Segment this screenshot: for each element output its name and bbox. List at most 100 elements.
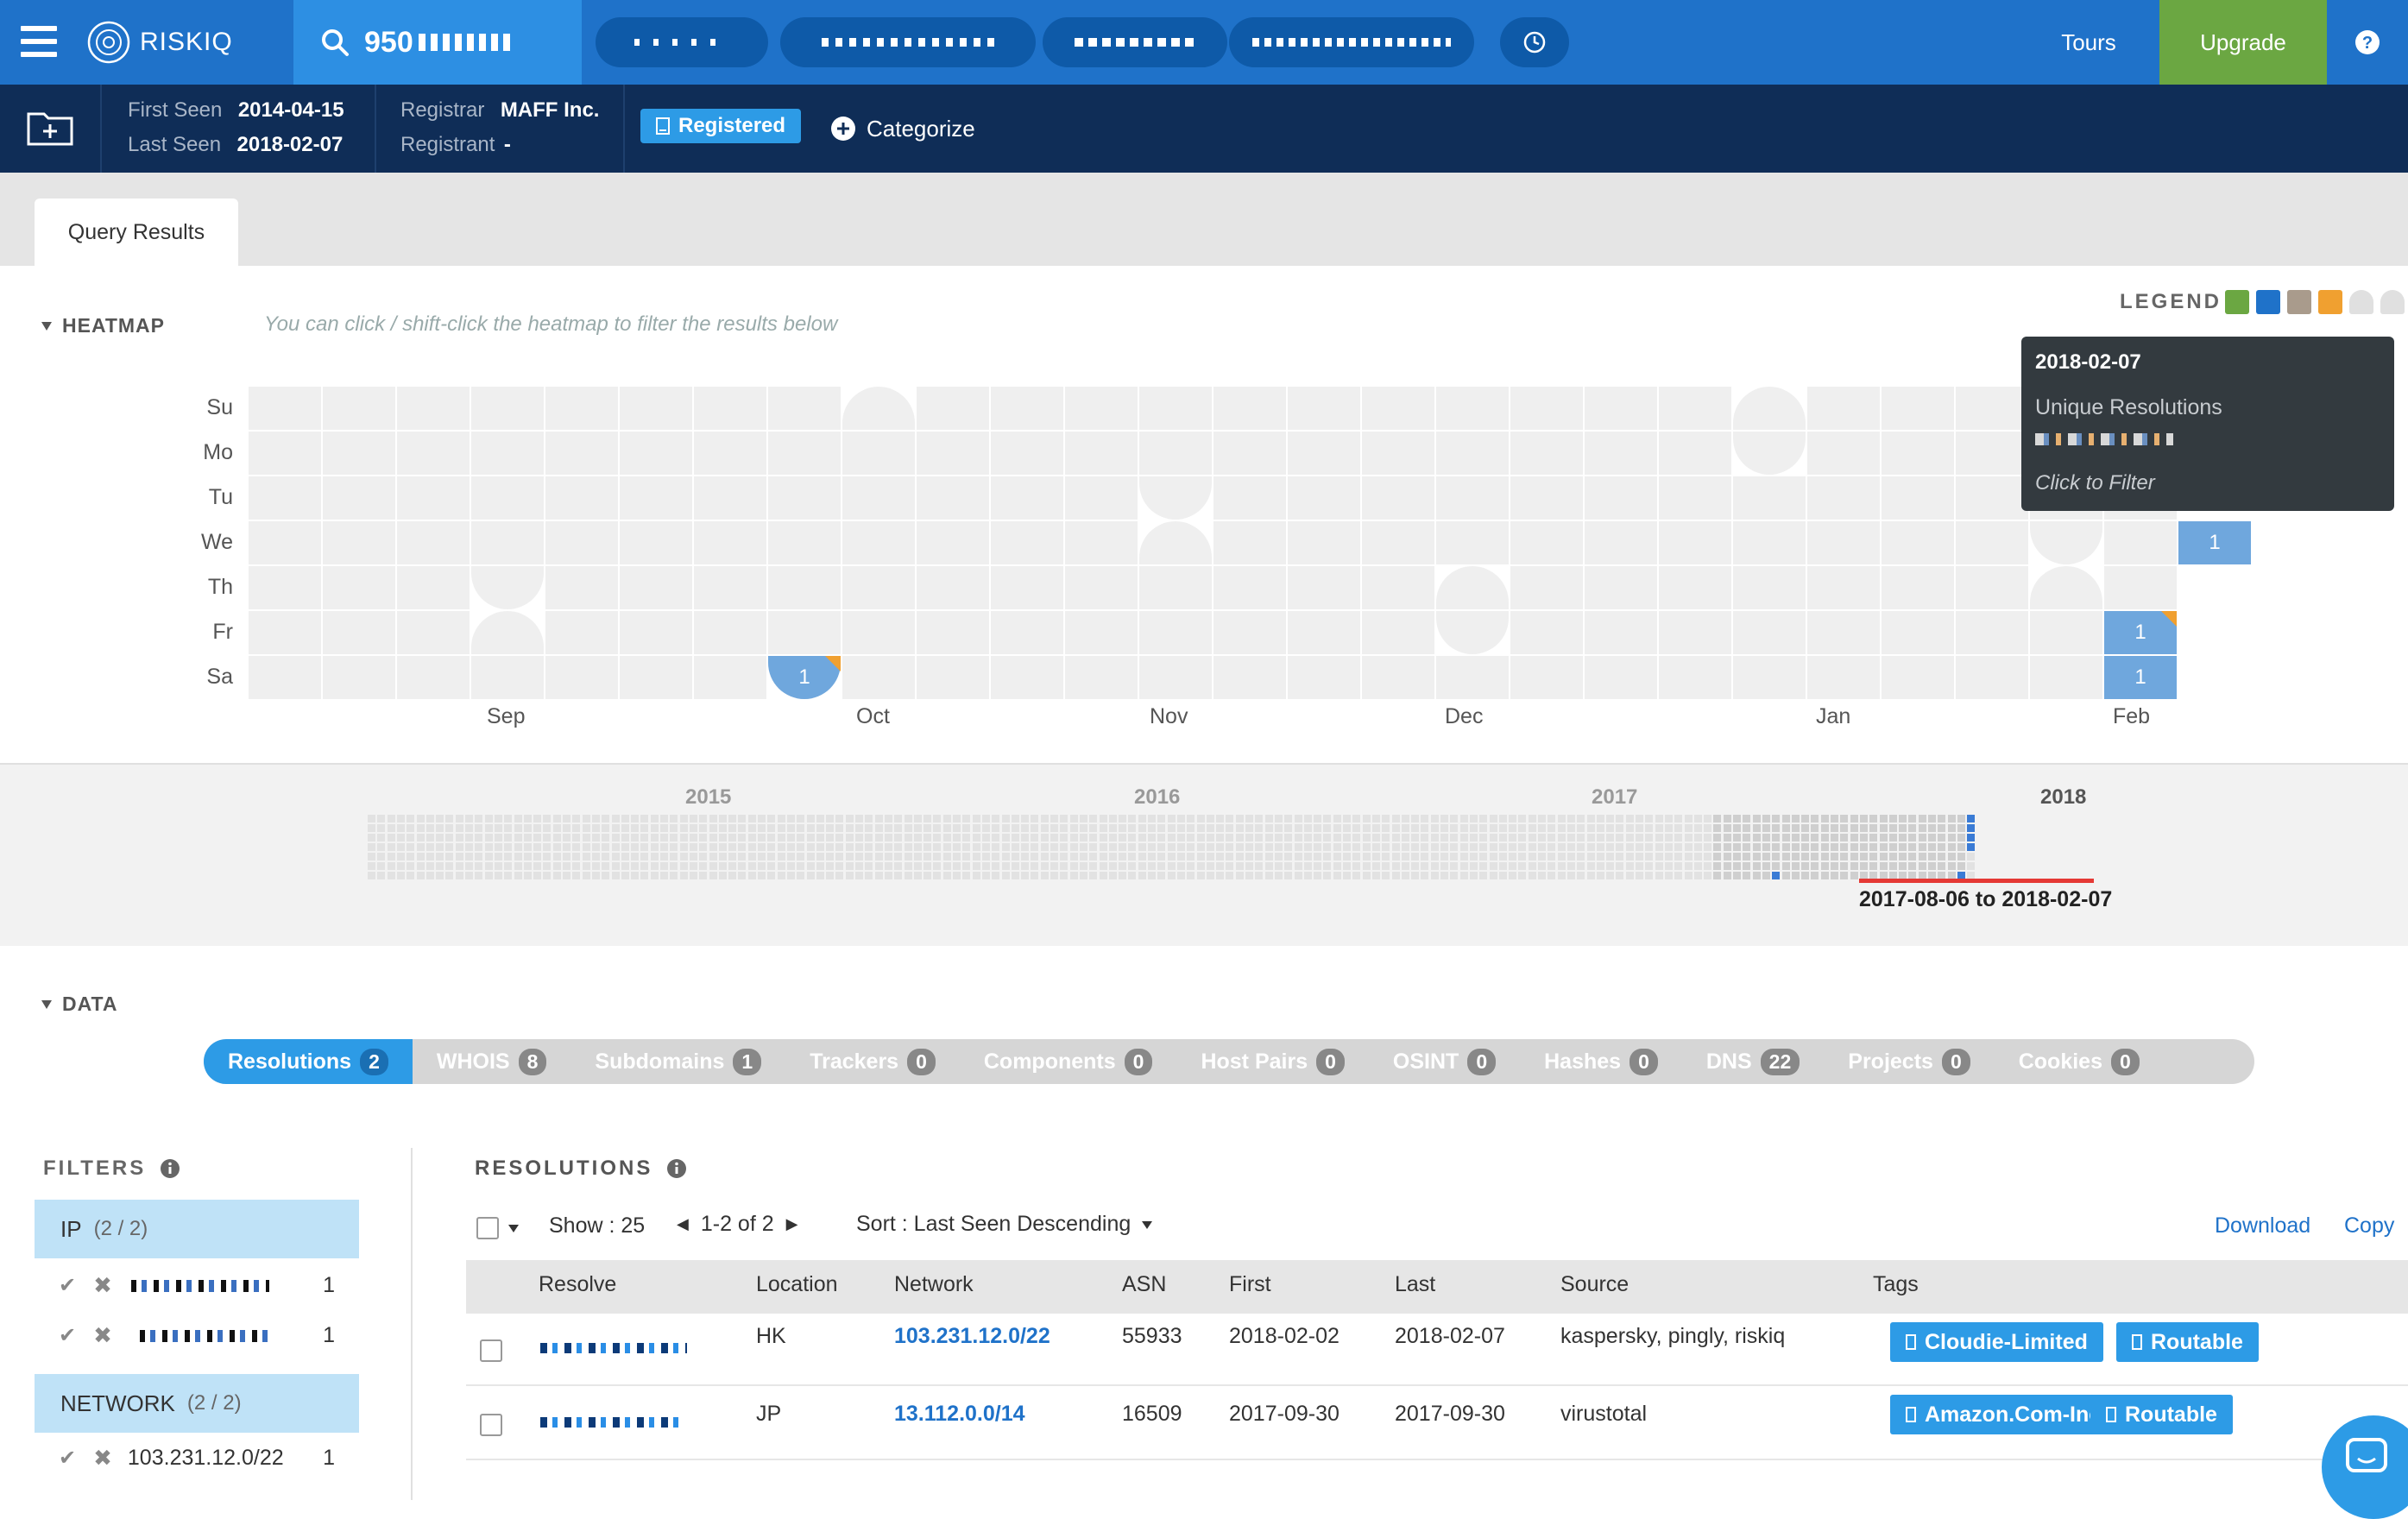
timeline-cell[interactable] <box>865 815 873 823</box>
timeline-cell[interactable] <box>1411 834 1419 841</box>
timeline-cell[interactable] <box>982 815 990 823</box>
timeline-cell[interactable] <box>953 843 961 851</box>
timeline-cell[interactable] <box>1314 824 1321 832</box>
heatmap-cell[interactable] <box>545 387 618 430</box>
timeline-cell[interactable] <box>1743 834 1750 841</box>
timeline-cell[interactable] <box>1070 862 1078 870</box>
heatmap-cell[interactable] <box>1956 432 2028 475</box>
timeline-cell[interactable] <box>1207 815 1214 823</box>
timeline-cell[interactable] <box>1753 815 1761 823</box>
timeline-cell[interactable] <box>767 853 775 860</box>
page-size-select[interactable]: Show : 25 <box>549 1213 645 1239</box>
timeline-cell[interactable] <box>923 843 931 851</box>
timeline-cell[interactable] <box>1665 862 1673 870</box>
heatmap-cell[interactable] <box>991 432 1063 475</box>
timeline-cell[interactable] <box>533 843 541 851</box>
timeline-cell[interactable] <box>1518 872 1526 879</box>
timeline-cell[interactable] <box>1060 824 1068 832</box>
timeline-cell[interactable] <box>1021 872 1029 879</box>
timeline-cell[interactable] <box>992 872 999 879</box>
timeline-cell[interactable] <box>1626 862 1634 870</box>
timeline-cell[interactable] <box>680 843 688 851</box>
timeline-cell[interactable] <box>816 815 824 823</box>
timeline-cell[interactable] <box>758 872 766 879</box>
timeline-cell[interactable] <box>456 853 463 860</box>
timeline-cell[interactable] <box>504 824 512 832</box>
timeline-cell[interactable] <box>680 824 688 832</box>
tab-projects[interactable]: Projects 0 <box>1824 1039 1994 1084</box>
timeline-cell[interactable] <box>543 843 551 851</box>
heatmap-cell[interactable] <box>2030 611 2102 654</box>
timeline-cell[interactable] <box>1080 872 1087 879</box>
tab-whois[interactable]: WHOIS 8 <box>413 1039 571 1084</box>
timeline-cell[interactable] <box>962 853 970 860</box>
timeline-cell[interactable] <box>1490 843 1497 851</box>
timeline-cell[interactable] <box>1880 834 1888 841</box>
timeline-cell[interactable] <box>1382 853 1390 860</box>
timeline-cell[interactable] <box>1265 815 1273 823</box>
timeline-cell[interactable] <box>1382 815 1390 823</box>
timeline-cell[interactable] <box>1275 815 1283 823</box>
timeline-cell[interactable] <box>1060 872 1068 879</box>
timeline-cell[interactable] <box>1948 853 1956 860</box>
timeline-cell[interactable] <box>1031 862 1038 870</box>
column-header[interactable]: Location <box>756 1272 838 1297</box>
timeline-cell[interactable] <box>1343 843 1351 851</box>
heatmap-cell[interactable] <box>1288 476 1360 520</box>
timeline-cell[interactable] <box>1567 872 1575 879</box>
timeline-cell[interactable] <box>885 862 892 870</box>
timeline-cell[interactable] <box>1869 843 1877 851</box>
timeline-cell[interactable] <box>445 862 453 870</box>
exclude-x-icon[interactable]: ✖ <box>93 1322 112 1349</box>
timeline-cell[interactable] <box>1499 834 1507 841</box>
timeline-cell[interactable] <box>885 872 892 879</box>
timeline-cell[interactable] <box>1100 815 1107 823</box>
timeline-cell[interactable] <box>1645 824 1653 832</box>
timeline-cell[interactable] <box>1050 853 1058 860</box>
timeline-cell[interactable] <box>1323 862 1331 870</box>
heatmap-cell[interactable] <box>1139 656 1212 699</box>
timeline-cell[interactable] <box>1636 862 1643 870</box>
data-toggle[interactable]: DATA <box>40 993 117 1016</box>
timeline-cell[interactable] <box>572 843 580 851</box>
timeline-cell[interactable] <box>914 862 922 870</box>
timeline-cell[interactable] <box>1860 862 1868 870</box>
timeline-cell[interactable] <box>1431 872 1439 879</box>
timeline-cell[interactable] <box>914 824 922 832</box>
timeline-cell[interactable] <box>1275 843 1283 851</box>
timeline-cell[interactable] <box>485 862 493 870</box>
timeline-cell[interactable] <box>1772 853 1780 860</box>
timeline-cell[interactable] <box>1724 872 1731 879</box>
timeline-cell[interactable] <box>1908 815 1916 823</box>
heatmap-cell[interactable] <box>1362 611 1434 654</box>
timeline-cell[interactable] <box>1713 872 1721 879</box>
search-query[interactable]: 950 <box>364 26 413 60</box>
timeline-cell[interactable] <box>1352 843 1360 851</box>
add-to-project-icon[interactable] <box>26 109 74 147</box>
timeline-cell[interactable] <box>407 862 414 870</box>
timeline-cell[interactable] <box>602 872 609 879</box>
timeline-cell[interactable] <box>456 824 463 832</box>
timeline-cell[interactable] <box>973 834 980 841</box>
timeline-cell[interactable] <box>1889 824 1897 832</box>
timeline-cell[interactable] <box>475 834 482 841</box>
timeline-cell[interactable] <box>1372 862 1380 870</box>
heatmap-cell[interactable] <box>694 521 766 564</box>
timeline-cell[interactable] <box>1490 834 1497 841</box>
timeline-cell[interactable] <box>1392 834 1400 841</box>
timeline-cell[interactable] <box>397 834 405 841</box>
timeline-cell[interactable] <box>524 834 532 841</box>
timeline-cell[interactable] <box>1753 824 1761 832</box>
timeline-cell[interactable] <box>953 824 961 832</box>
timeline-cell[interactable] <box>1363 824 1371 832</box>
timeline-cell[interactable] <box>563 872 570 879</box>
timeline-cell[interactable] <box>475 824 482 832</box>
timeline-cell[interactable] <box>1138 815 1146 823</box>
timeline-cell[interactable] <box>1372 853 1380 860</box>
timeline-cell[interactable] <box>377 843 385 851</box>
timeline-cell[interactable] <box>1499 853 1507 860</box>
timeline-cell[interactable] <box>533 862 541 870</box>
timeline-cell[interactable] <box>1674 843 1682 851</box>
timeline-cell[interactable] <box>680 834 688 841</box>
timeline-cell[interactable] <box>1889 862 1897 870</box>
